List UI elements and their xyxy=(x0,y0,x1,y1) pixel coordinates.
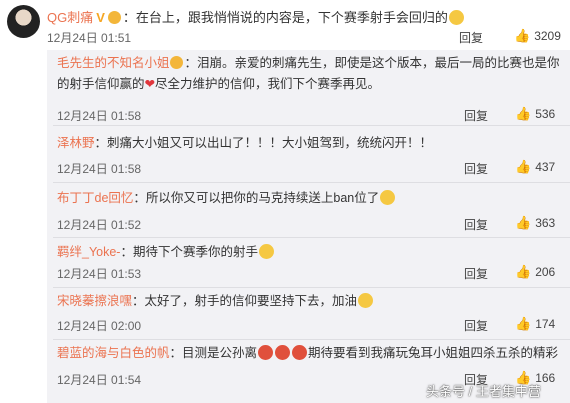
comment-text: 羁绊_Yoke-：期待下个赛季你的射手 xyxy=(57,242,275,263)
reply-button[interactable]: 回复 xyxy=(464,216,488,233)
post-time: 12月24日 01:51 xyxy=(47,31,132,45)
divider xyxy=(53,287,570,288)
thumbs-up-icon: 👍 xyxy=(515,106,532,121)
reply-button[interactable]: 回复 xyxy=(464,317,488,334)
like-button[interactable]: 👍 174 xyxy=(515,316,555,332)
comment-text: 毛先生的不知名小姐 ：泪崩。亲爱的刺痛先生，即使是这个版本，最后一局的比赛也是你 … xyxy=(57,56,560,91)
thumbs-up-icon: 👍 xyxy=(515,316,532,331)
watermark: 头条号 / 王者集中营 xyxy=(426,384,541,399)
thumbs-up-icon: 👍 xyxy=(515,215,532,230)
reply-button[interactable]: 回复 xyxy=(464,107,488,124)
comment-time: 12月24日 01:58 xyxy=(57,162,142,176)
comment-author[interactable]: 羁绊_Yoke- xyxy=(57,245,120,259)
like-button[interactable]: 👍 363 xyxy=(515,215,555,231)
emoji-icon xyxy=(275,345,291,360)
comment-author[interactable]: 泽林野 xyxy=(57,136,95,150)
comment-text: 宋晓蓁擦浪嘿：太好了，射手的信仰要坚持下去，加油 xyxy=(57,291,374,312)
like-button[interactable]: 👍 206 xyxy=(515,264,555,280)
thumbs-up-icon: 👍 xyxy=(514,28,531,43)
comment-time: 12月24日 01:52 xyxy=(57,218,142,232)
emoji-icon xyxy=(380,190,396,205)
comment-time: 12月24日 01:54 xyxy=(57,373,142,387)
thumbs-up-icon: 👍 xyxy=(515,264,532,279)
emoji-icon xyxy=(292,345,308,360)
comment-author[interactable]: 碧蓝的海与白色的帆 xyxy=(57,346,170,360)
member-badge-icon xyxy=(107,11,121,24)
comment-author[interactable]: 布丁丁de回忆 xyxy=(57,191,133,205)
post-like-count: 3209 xyxy=(534,29,561,43)
divider xyxy=(53,237,570,238)
heart-icon: ❤ xyxy=(144,77,155,91)
post-like-button[interactable]: 👍 3209 xyxy=(514,28,561,44)
comment-text: 碧蓝的海与白色的帆：目测是公孙离 期待要看到我痛玩兔耳小姐姐四杀五杀的精彩 xyxy=(57,345,559,360)
member-badge-icon xyxy=(169,56,183,69)
reply-button[interactable]: 回复 xyxy=(464,160,488,177)
comment-time: 12月24日 02:00 xyxy=(57,319,142,333)
post-author[interactable]: QG刺痛 xyxy=(47,10,93,25)
verified-badge-icon: V xyxy=(96,10,105,25)
post-reply-button[interactable]: 回复 xyxy=(459,29,483,46)
emoji-icon xyxy=(258,244,274,259)
comment-author[interactable]: 毛先生的不知名小姐 xyxy=(57,56,170,70)
reply-button[interactable]: 回复 xyxy=(464,265,488,282)
post-text: ：在台上，跟我悄悄说的内容是，下个赛季射手会回归的 xyxy=(122,10,448,25)
comment-time: 12月24日 01:58 xyxy=(57,109,142,123)
post-text-line: QG刺痛 V ：在台上，跟我悄悄说的内容是，下个赛季射手会回归的 xyxy=(47,7,465,26)
emoji-icon xyxy=(448,10,464,25)
comment-text: 泽林野：刺痛大小姐又可以出山了！！！大小姐驾到，统统闪开！！ xyxy=(57,136,433,150)
like-button[interactable]: 👍 437 xyxy=(515,159,555,175)
thumbs-up-icon: 👍 xyxy=(515,159,532,174)
like-button[interactable]: 👍 536 xyxy=(515,106,555,122)
comment-author[interactable]: 宋晓蓁擦浪嘿 xyxy=(57,294,132,308)
post-header: QG刺痛 V ：在台上，跟我悄悄说的内容是，下个赛季射手会回归的 12月24日 01… xyxy=(0,0,570,47)
emoji-icon xyxy=(358,293,374,308)
avatar[interactable] xyxy=(7,5,40,38)
comment-time: 12月24日 01:53 xyxy=(57,267,142,281)
divider xyxy=(53,182,570,183)
emoji-icon xyxy=(258,345,274,360)
comment-text: 布丁丁de回忆：所以你又可以把你的马克持续送上ban位了 xyxy=(57,188,396,209)
divider xyxy=(53,339,570,340)
comment-list: 毛先生的不知名小姐 ：泪崩。亲爱的刺痛先生，即使是这个版本，最后一局的比赛也是你 … xyxy=(47,50,570,403)
divider xyxy=(53,125,570,126)
